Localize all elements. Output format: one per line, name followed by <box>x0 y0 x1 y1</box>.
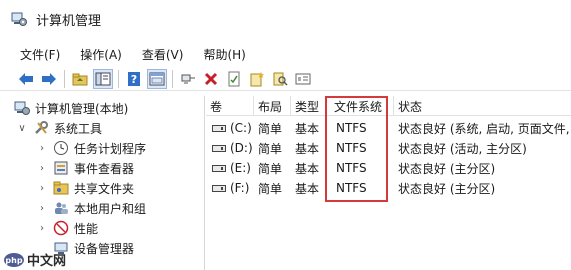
tree-item-root[interactable]: 计算机管理(本地) <box>14 98 128 118</box>
column-header-filesystem[interactable]: 文件系统 <box>326 96 394 116</box>
toolbar-separator <box>118 69 119 88</box>
forward-icon[interactable] <box>39 69 59 89</box>
menu-help[interactable]: 帮助(H) <box>203 46 245 63</box>
filesystem-cell: NTFS <box>336 121 367 135</box>
tree-label-local-users: 本地用户和组 <box>74 201 147 216</box>
volume-label: (E:) <box>230 161 251 175</box>
delete-icon[interactable] <box>201 69 221 89</box>
toolbar-separator <box>172 69 173 88</box>
new-folder-icon[interactable] <box>247 69 267 89</box>
tree-item-task-scheduler[interactable]: › 任务计划程序 <box>37 138 146 158</box>
status-cell: 状态良好 (系统, 启动, 页面文件, 活 <box>398 121 571 136</box>
tree-label-performance: 性能 <box>74 221 99 236</box>
properties-icon[interactable] <box>224 69 244 89</box>
menu-action[interactable]: 操作(A) <box>80 46 122 63</box>
volume-cell: (F:) <box>206 181 254 195</box>
users-icon <box>53 200 69 216</box>
show-hide-tree-icon[interactable] <box>93 68 113 89</box>
tree-label-shared-folders: 共享文件夹 <box>74 181 135 196</box>
chevron-right-icon[interactable]: › <box>37 183 47 194</box>
tree-label-device-manager: 设备管理器 <box>74 241 135 256</box>
window-title: 计算机管理 <box>36 13 102 29</box>
table-row[interactable]: (C:) 简单 基本 NTFS 状态良好 (系统, 启动, 页面文件, 活 <box>206 118 571 138</box>
console-icon[interactable] <box>147 68 167 89</box>
status-cell: 状态良好 (主分区) <box>398 181 496 196</box>
volume-cell: (E:) <box>206 161 254 175</box>
volume-label: (C:) <box>230 121 252 135</box>
menu-file[interactable]: 文件(F) <box>20 46 60 63</box>
tree-item-performance[interactable]: › 性能 <box>37 218 98 238</box>
volume-label: (F:) <box>230 181 250 195</box>
layout-cell: 简单 <box>258 141 283 156</box>
table-row[interactable]: (F:) 简单 基本 NTFS 状态良好 (主分区) <box>206 178 571 198</box>
toolbar-separator <box>64 69 65 88</box>
table-row[interactable]: (D:) 简单 基本 NTFS 状态良好 (活动, 主分区) <box>206 138 571 158</box>
drive-icon <box>212 124 226 132</box>
clock-icon <box>53 140 69 156</box>
volume-cell: (D:) <box>206 141 254 155</box>
column-header-volume[interactable]: 卷 <box>206 96 254 116</box>
computer-management-icon <box>11 11 27 27</box>
list-rows: (C:) 简单 基本 NTFS 状态良好 (系统, 启动, 页面文件, 活 (D… <box>206 118 571 198</box>
tree-item-shared-folders[interactable]: › 共享文件夹 <box>37 178 134 198</box>
layout-cell: 简单 <box>258 121 283 136</box>
search-icon[interactable] <box>270 69 290 89</box>
volume-label: (D:) <box>230 141 253 155</box>
drive-icon <box>212 164 226 172</box>
menu-view[interactable]: 查看(V) <box>142 46 184 63</box>
volume-list: 卷 布局 类型 文件系统 状态 (C:) 简单 基本 NTFS 状态良好 (系统… <box>206 96 571 270</box>
layout-cell: 简单 <box>258 161 283 176</box>
chevron-right-icon[interactable]: › <box>37 163 47 174</box>
column-header-status[interactable]: 状态 <box>394 96 571 116</box>
svg-text:?: ? <box>131 73 137 86</box>
table-row[interactable]: (E:) 简单 基本 NTFS 状态良好 (主分区) <box>206 158 571 178</box>
toolbar: ? <box>0 67 571 91</box>
status-cell: 状态良好 (活动, 主分区) <box>398 141 527 156</box>
svg-text:php: php <box>5 256 22 265</box>
connect-icon[interactable] <box>178 69 198 89</box>
navigation-tree: 计算机管理(本地) ∨ 系统工具 › 任务计划程序 › 事件查看器 › 共享文件… <box>0 96 205 270</box>
help-icon[interactable]: ? <box>124 69 144 89</box>
watermark-text: 中文网 <box>27 254 67 269</box>
tree-item-local-users[interactable]: › 本地用户和组 <box>37 198 146 218</box>
tree-label-system-tools: 系统工具 <box>54 121 103 136</box>
list-header: 卷 布局 类型 文件系统 状态 <box>206 96 571 116</box>
chevron-right-icon[interactable]: › <box>37 203 47 214</box>
drive-icon <box>212 144 226 152</box>
tree-label-event-viewer: 事件查看器 <box>74 161 135 176</box>
type-cell: 基本 <box>295 141 320 156</box>
type-cell: 基本 <box>295 121 320 136</box>
tools-icon <box>33 120 49 136</box>
filesystem-cell: NTFS <box>336 181 367 195</box>
php-logo-icon: php <box>3 251 25 269</box>
tree-label-root: 计算机管理(本地) <box>35 101 129 116</box>
performance-icon <box>53 220 69 236</box>
tree-item-event-viewer[interactable]: › 事件查看器 <box>37 158 134 178</box>
up-folder-icon[interactable] <box>70 69 90 89</box>
tree-label-task-scheduler: 任务计划程序 <box>74 141 147 156</box>
event-viewer-icon <box>53 160 69 176</box>
watermark: php 中文网 <box>3 250 66 269</box>
drive-icon <box>212 184 226 192</box>
type-cell: 基本 <box>295 181 320 196</box>
computer-management-icon <box>14 100 30 116</box>
chevron-right-icon[interactable]: › <box>37 223 47 234</box>
title-bar: 计算机管理 <box>0 0 571 38</box>
status-cell: 状态良好 (主分区) <box>398 161 496 176</box>
column-header-type[interactable]: 类型 <box>291 96 326 116</box>
type-cell: 基本 <box>295 161 320 176</box>
volume-cell: (C:) <box>206 121 254 135</box>
shared-folder-icon <box>53 180 69 196</box>
filesystem-cell: NTFS <box>336 141 367 155</box>
list-view-icon[interactable] <box>293 69 313 89</box>
layout-cell: 简单 <box>258 181 283 196</box>
tree-item-system-tools[interactable]: ∨ 系统工具 <box>17 118 102 138</box>
column-header-layout[interactable]: 布局 <box>254 96 291 116</box>
menu-bar: 文件(F) 操作(A) 查看(V) 帮助(H) <box>0 44 571 64</box>
filesystem-cell: NTFS <box>336 161 367 175</box>
chevron-down-icon[interactable]: ∨ <box>17 123 27 134</box>
back-icon[interactable] <box>16 69 36 89</box>
chevron-right-icon[interactable]: › <box>37 143 47 154</box>
